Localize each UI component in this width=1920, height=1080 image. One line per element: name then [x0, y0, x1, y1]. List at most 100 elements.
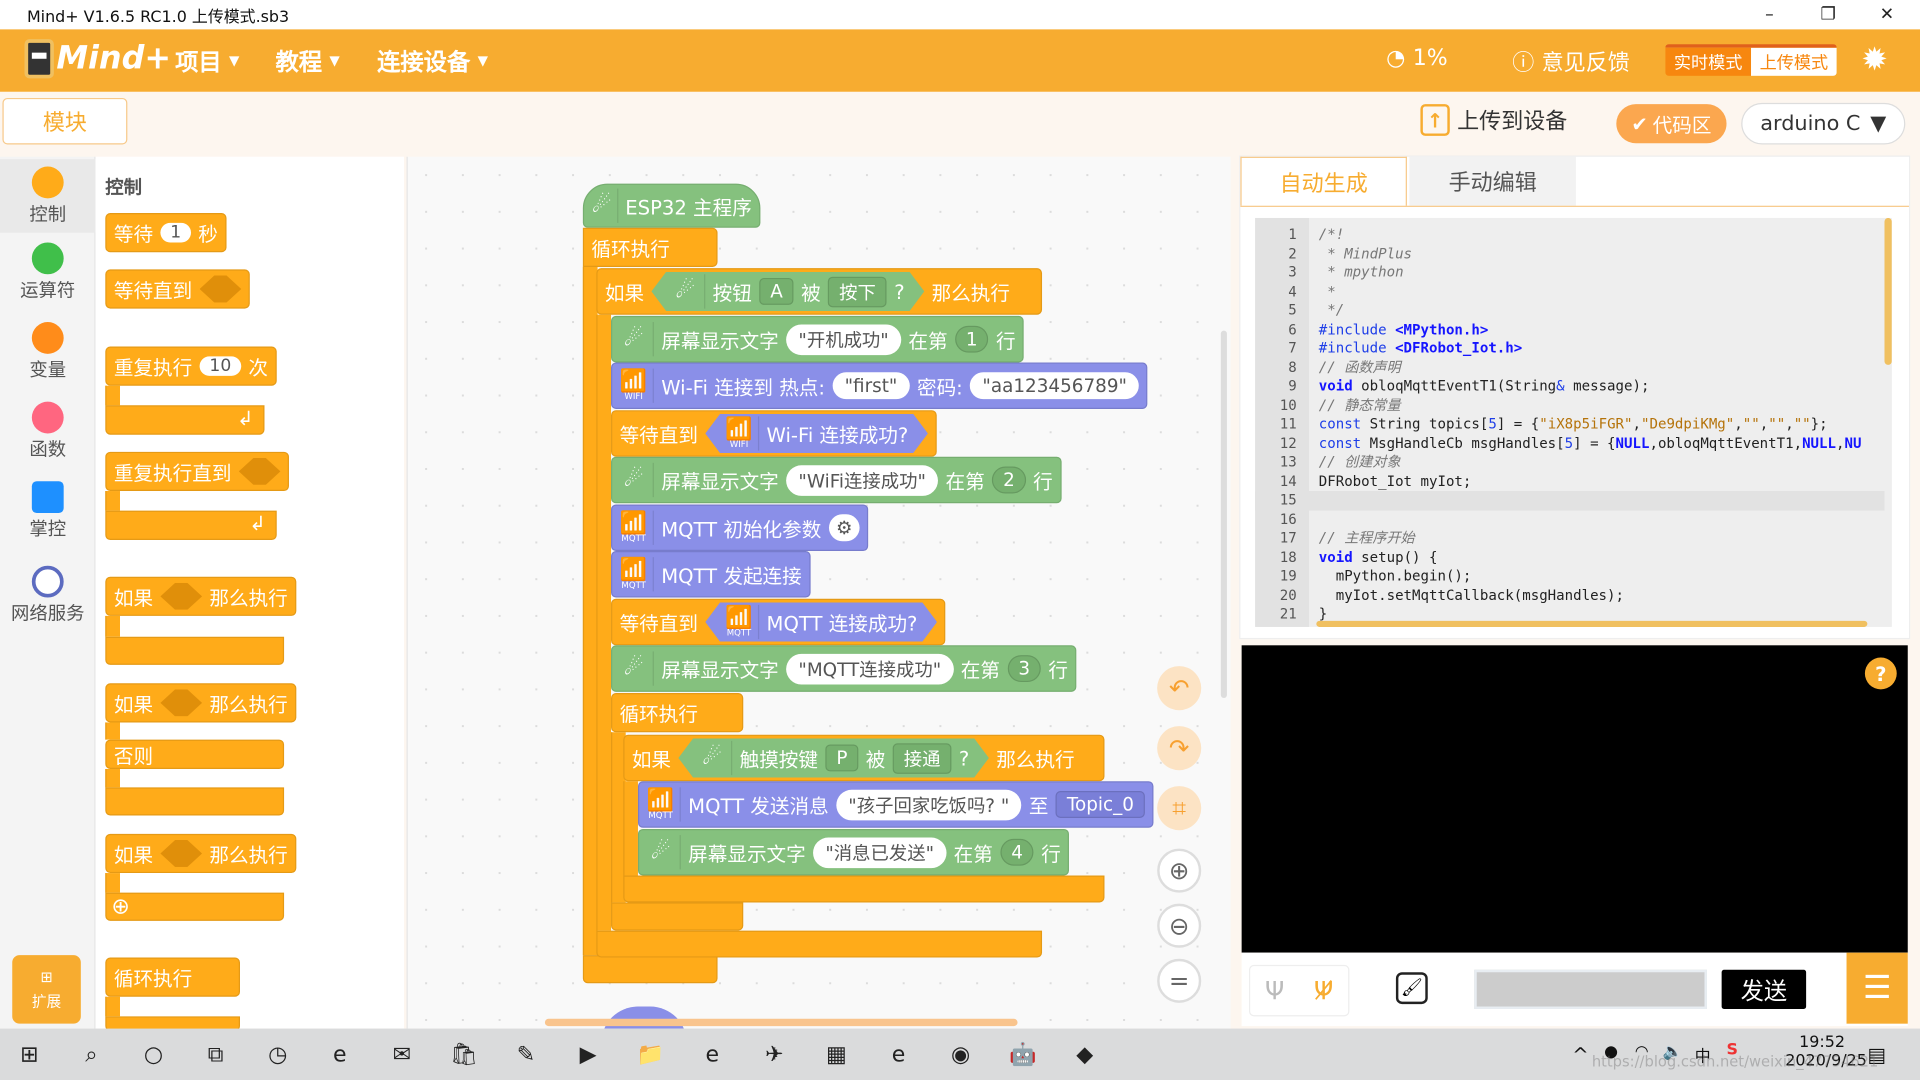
show-text-block[interactable]: ☄ 屏幕显示文字 "WiFi连接成功" 在第 2 行: [611, 456, 1062, 504]
text-input[interactable]: "开机成功": [786, 323, 902, 355]
zoom-reset-icon[interactable]: =: [1157, 958, 1202, 1003]
touch-pin-dropdown[interactable]: P: [825, 744, 858, 771]
taskbar-task-view-icon[interactable]: ⧉: [198, 1037, 232, 1071]
taskbar-edge-dev-icon[interactable]: e: [881, 1037, 915, 1071]
code-line[interactable]: 22: [1255, 624, 1884, 627]
taskbar-paint-icon[interactable]: ✎: [509, 1037, 543, 1071]
palette-block-wait[interactable]: 等待 1 秒: [105, 213, 227, 253]
taskbar-paint-3d-icon[interactable]: ◆: [1068, 1037, 1102, 1071]
button-pressed-condition[interactable]: ☄ 按钮 A 被按下?: [651, 272, 924, 311]
topic-dropdown[interactable]: Topic_0: [1055, 791, 1146, 818]
line-dropdown[interactable]: 3: [1007, 655, 1042, 683]
usb-connect-icon[interactable]: Ψ: [1250, 966, 1299, 1015]
touch-condition[interactable]: ☄ 触摸按键 P 被接通?: [678, 738, 989, 777]
settings-gear-icon[interactable]: ⚙: [828, 514, 860, 542]
mqtt-init-block[interactable]: 📶 MQTT MQTT 初始化参数 ⚙: [611, 504, 869, 552]
tab-blocks[interactable]: 模块: [2, 97, 128, 145]
if-touch-block[interactable]: 如果 ☄ 触摸按键 P 被接通? 那么执行: [623, 734, 1105, 782]
taskbar-mail-icon[interactable]: ✉: [385, 1037, 419, 1071]
wifi-connect-block[interactable]: 📶 WIFI Wi-Fi 连接到 热点: "first" 密码: "aa123456789…: [611, 362, 1148, 409]
press-state-dropdown[interactable]: 按下: [828, 276, 887, 307]
code-line[interactable]: 9 void obloqMqttEventT1(String& message);: [1255, 377, 1884, 396]
upload-mode-option[interactable]: 上传模式: [1751, 47, 1837, 76]
close-button[interactable]: ✕: [1859, 0, 1915, 29]
code-area-toggle[interactable]: ✔ 代码区: [1616, 104, 1727, 144]
taskbar-mindplus-icon[interactable]: 🤖: [1006, 1037, 1040, 1071]
message-input[interactable]: "孩子回家吃饭吗? ": [836, 789, 1022, 820]
show-text-block[interactable]: ☄ 屏幕显示文字 "MQTT连接成功" 在第 3 行: [611, 645, 1077, 692]
board-select[interactable]: arduino C ▼: [1741, 102, 1906, 145]
workspace-h-scrollbar[interactable]: [544, 1018, 1018, 1027]
mqtt-send-block[interactable]: 📶 MQTT MQTT 发送消息 "孩子回家吃饭吗? " 至 Topic_0: [637, 781, 1154, 828]
wifi-connected-condition[interactable]: 📶 WIFI Wi-Fi 连接成功?: [705, 414, 928, 453]
code-line[interactable]: 2 * MindPlus: [1255, 244, 1884, 263]
block-number-input[interactable]: 1: [160, 222, 191, 243]
code-line[interactable]: 6 #include <MPython.h>: [1255, 320, 1884, 339]
serial-input[interactable]: [1474, 969, 1707, 1009]
line-dropdown[interactable]: 1: [954, 325, 989, 353]
realtime-mode-option[interactable]: 实时模式: [1665, 47, 1752, 76]
code-line[interactable]: 12 const MsgHandleCb msgHandles[5] = {NUL…: [1255, 434, 1884, 453]
script-workspace[interactable]: ☄ ESP32 主程序 循环执行 如果 ☄ 按钮 A 被按下? 那么执行 ☄ 屏幕显示文字…: [406, 156, 1231, 1029]
code-line[interactable]: 20 myIot.setMqttCallback(msgHandles);: [1255, 586, 1884, 605]
taskbar-cortana-icon[interactable]: ○: [136, 1037, 170, 1071]
palette-block-forever[interactable]: 循环执行: [105, 957, 241, 997]
category-operators[interactable]: 运算符: [0, 242, 96, 302]
code-line[interactable]: 3 * mpython: [1255, 263, 1884, 282]
wait-until-wifi-block[interactable]: 等待直到 📶 WIFI Wi-Fi 连接成功?: [611, 410, 937, 457]
palette-block-if-plus[interactable]: 如果 那么执行: [105, 833, 297, 874]
forever-block[interactable]: 循环执行: [582, 227, 718, 267]
inner-forever-block[interactable]: 循环执行: [611, 693, 744, 733]
category-board[interactable]: 掌控: [0, 481, 96, 541]
category-variables[interactable]: 变量: [0, 322, 96, 382]
menu-tutorial[interactable]: 教程 ▼: [276, 44, 340, 77]
crop-icon[interactable]: ⌗: [1157, 786, 1202, 831]
send-button[interactable]: 发送: [1721, 969, 1807, 1009]
workspace-v-scrollbar[interactable]: [1220, 330, 1227, 698]
taskbar-mail-app-icon[interactable]: ✈: [757, 1037, 791, 1071]
code-line[interactable]: 18 void setup() {: [1255, 548, 1884, 567]
button-dropdown[interactable]: A: [759, 278, 794, 305]
zoom-out-icon[interactable]: ⊖: [1157, 903, 1202, 948]
menu-project[interactable]: 项目 ▼: [175, 44, 239, 77]
taskbar-netease-music-icon[interactable]: ◉: [943, 1037, 977, 1071]
taskbar-search-icon[interactable]: ⌕: [74, 1037, 108, 1071]
code-line[interactable]: 4 *: [1255, 282, 1884, 301]
tab-auto-generate[interactable]: 自动生成: [1240, 156, 1407, 206]
taskbar-sheets-icon[interactable]: ▦: [819, 1037, 853, 1071]
palette-block-if-else[interactable]: 如果 那么执行: [105, 683, 297, 723]
palette-block-if[interactable]: 如果 那么执行: [105, 576, 297, 616]
wait-until-mqtt-block[interactable]: 等待直到 📶 MQTT MQTT 连接成功?: [611, 598, 946, 646]
code-line[interactable]: 21}: [1255, 605, 1884, 624]
ssid-input[interactable]: "first": [832, 372, 910, 400]
upload-to-device-button[interactable]: ↑ 上传到设备: [1420, 104, 1567, 136]
usb-disconnect-icon[interactable]: Ψ̸: [1299, 966, 1348, 1015]
esp32-main-hat-block[interactable]: ☄ ESP32 主程序: [582, 183, 761, 228]
code-line[interactable]: 15: [1255, 491, 1885, 511]
tray-expand-icon[interactable]: ^: [1572, 1043, 1588, 1066]
code-line[interactable]: 13 // 创建对象: [1255, 453, 1884, 472]
line-dropdown[interactable]: 4: [1000, 838, 1034, 866]
clear-brush-icon[interactable]: 🖌: [1395, 972, 1428, 1005]
taskbar-edge-icon[interactable]: e: [323, 1037, 357, 1071]
mqtt-connected-condition[interactable]: 📶 MQTT MQTT 连接成功?: [705, 602, 937, 641]
code-line[interactable]: 1 /*!: [1255, 225, 1884, 244]
text-input[interactable]: "WiFi连接成功": [786, 464, 939, 496]
show-text-block[interactable]: ☄ 屏幕显示文字 "消息已发送" 在第 4 行: [637, 828, 1070, 876]
code-line[interactable]: 5 */: [1255, 301, 1884, 320]
code-line[interactable]: 8 // 函数声明: [1255, 358, 1884, 377]
if-button-block[interactable]: 如果 ☄ 按钮 A 被按下? 那么执行: [596, 268, 1043, 315]
feedback-button[interactable]: ⓘ 意见反馈: [1512, 45, 1630, 77]
redo-icon[interactable]: ↷: [1157, 726, 1202, 771]
taskbar-file-explorer-icon[interactable]: 📁: [633, 1037, 667, 1071]
password-input[interactable]: "aa123456789": [970, 372, 1140, 400]
line-dropdown[interactable]: 2: [992, 466, 1026, 494]
taskbar-store-icon[interactable]: 🛍: [447, 1037, 481, 1071]
code-line[interactable]: 10 // 静态常量: [1255, 396, 1884, 415]
text-input[interactable]: "消息已发送": [813, 836, 947, 868]
code-line[interactable]: 11 const String topics[5] = {"iX8p5iFGR",…: [1255, 415, 1884, 434]
palette-block-wait-until[interactable]: 等待直到: [105, 269, 250, 309]
palette-block-repeat[interactable]: 重复执行 10 次: [105, 346, 277, 386]
show-text-block[interactable]: ☄ 屏幕显示文字 "开机成功" 在第 1 行: [611, 315, 1025, 363]
editor-v-scrollbar[interactable]: [1884, 217, 1892, 365]
